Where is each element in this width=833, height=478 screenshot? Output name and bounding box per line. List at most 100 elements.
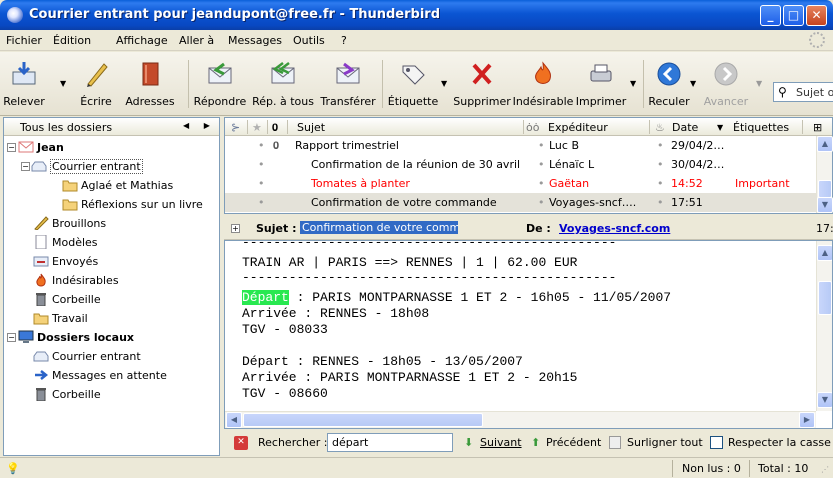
forward-arrow-icon [714,62,738,86]
junk-button[interactable]: Indésirable [512,54,574,112]
close-find-bar-icon[interactable]: ✕ [234,436,248,450]
get-mail-dropdown-icon[interactable]: ▼ [60,79,66,88]
folder-icon [33,313,49,325]
menu-bar: Fichier Édition Affichage Aller à Messag… [0,30,833,51]
find-previous-button[interactable]: Précédent [546,436,601,449]
tag-dropdown-icon[interactable]: ▼ [441,79,447,88]
menu-help[interactable]: ? [341,34,347,47]
message-body-hscrollbar[interactable]: ◀ ▶ [225,411,816,428]
scrollbar-thumb[interactable] [818,180,832,198]
message-body[interactable]: ----------------------------------------… [224,240,833,429]
folder-item-courrier-entrant[interactable]: − Courrier entrant [4,157,219,176]
message-row-selected[interactable]: • Confirmation de votre commande • Voyag… [225,193,816,212]
print-button[interactable]: Imprimer [574,54,628,112]
column-subject[interactable]: Sujet [297,121,325,134]
folder-view-arrows-icon[interactable]: ◀ ▶ [183,121,216,130]
message-sender-link[interactable]: Voyages-sncf.com [559,222,670,235]
scroll-up-icon[interactable]: ▲ [817,245,832,261]
match-case-label[interactable]: Respecter la casse [728,436,831,449]
tag-button[interactable]: Étiquette [386,54,440,112]
menu-affichage[interactable]: Affichage [116,34,168,47]
forward-button[interactable]: Transférer [318,54,378,112]
minimize-button[interactable]: _ [760,5,781,26]
print-dropdown-icon[interactable]: ▼ [630,79,636,88]
forward-nav-button[interactable]: Avancer [702,54,750,112]
find-input[interactable]: départ [327,433,453,452]
reply-button[interactable]: Répondre [193,54,247,112]
read-column-icon[interactable]: ȯȯ [526,121,539,134]
menu-aller-a[interactable]: Aller à [179,34,214,47]
message-time: 17:51 [816,222,833,235]
back-dropdown-icon[interactable]: ▼ [690,79,696,88]
folder-pane-header[interactable]: Tous les dossiers ◀ ▶ [4,118,219,136]
folder-item-reflexions[interactable]: Réflexions sur un livre [4,195,219,214]
message-row[interactable]: • Confirmation de la réunion de 30 avril… [225,155,816,174]
maximize-button[interactable]: □ [783,5,804,26]
match-case-checkbox[interactable] [710,436,723,449]
menu-outils[interactable]: Outils [293,34,325,47]
title-bar[interactable]: Courrier entrant pour jeandupont@free.fr… [0,0,833,30]
scroll-left-icon[interactable]: ◀ [226,412,242,428]
folder-item-corbeille[interactable]: Corbeille [4,290,219,309]
junk-column-icon[interactable]: ♨ [655,121,665,134]
folder-item-local-courrier-entrant[interactable]: Courrier entrant [4,347,219,366]
write-button[interactable]: Écrire [74,54,118,112]
folder-item-local-corbeille[interactable]: Corbeille [4,385,219,404]
message-row[interactable]: • Tomates à planter • Gaëtan • 14:52 Imp… [225,174,816,193]
collapse-icon[interactable]: − [21,162,30,171]
folder-item-indesirables[interactable]: Indésirables [4,271,219,290]
scroll-down-icon[interactable]: ▼ [817,197,833,213]
quick-search-input[interactable]: ⚲ Sujet ou [773,82,833,102]
highlight-all-icon [609,436,621,449]
scroll-up-icon[interactable]: ▲ [817,136,833,152]
column-sender[interactable]: Expéditeur [548,121,608,134]
find-next-button[interactable]: Suivant [480,436,522,449]
message-list-scrollbar[interactable]: ▲ ▼ [816,136,833,213]
collapse-icon[interactable]: − [7,143,16,152]
junk-flame-icon [36,273,46,287]
back-button[interactable]: Reculer [647,54,691,112]
scroll-right-icon[interactable]: ▶ [799,412,815,428]
folder-item-modeles[interactable]: Modèles [4,233,219,252]
attachment-column-icon[interactable]: 𝟎 [272,121,278,135]
menu-edition[interactable]: Édition [53,34,91,47]
unread-count: Non lus : 0 [682,462,741,475]
folder-item-messages-en-attente[interactable]: Messages en attente [4,366,219,385]
message-subject[interactable]: Confirmation de votre commande [300,221,458,234]
account-mail-icon [18,141,34,153]
folder-item-envoyes[interactable]: Envoyés [4,252,219,271]
get-mail-button[interactable]: Relever [2,54,46,112]
highlight-all-button[interactable]: Surligner tout [627,436,703,449]
folder-item-travail[interactable]: Travail [4,309,219,328]
folder-item-jean[interactable]: − Jean [4,138,219,157]
folder-item-dossiers-locaux[interactable]: − Dossiers locaux [4,328,219,347]
column-date[interactable]: Date [672,121,698,134]
message-row[interactable]: • 𝟎 Rapport trimestriel • Luc B • 29/04/… [225,136,816,155]
expand-headers-icon[interactable]: + [231,224,240,233]
menu-messages[interactable]: Messages [228,34,282,47]
drafts-pencil-icon [34,216,49,230]
scrollbar-thumb[interactable] [818,281,832,315]
close-button[interactable]: ✕ [806,5,827,26]
reply-all-button[interactable]: Rép. à tous [249,54,317,112]
scroll-down-icon[interactable]: ▼ [817,392,832,408]
delete-button[interactable]: Supprimer [452,54,512,112]
forward-icon [336,62,360,84]
folder-item-aglae-et-mathias[interactable]: Aglaé et Mathias [4,176,219,195]
collapse-icon[interactable]: − [7,333,16,342]
menu-fichier[interactable]: Fichier [6,34,42,47]
forward-dropdown-icon[interactable]: ▼ [756,79,762,88]
back-arrow-icon [657,62,681,86]
scrollbar-thumb[interactable] [243,413,483,427]
column-tags[interactable]: Étiquettes [733,121,789,134]
trash-icon [36,388,46,401]
message-body-vscrollbar[interactable]: ▲ ▼ [816,241,832,411]
column-picker-icon[interactable]: ⊞ [813,121,822,134]
resize-grip-icon[interactable]: ⋰ [821,465,829,474]
star-column-icon[interactable]: ★ [252,121,262,134]
thread-column-icon[interactable]: ⊱ [231,121,240,134]
folder-item-brouillons[interactable]: Brouillons [4,214,219,233]
thunderbird-app-icon [7,7,23,23]
address-book-button[interactable]: Adresses [120,54,180,112]
toolbar-separator [643,60,644,108]
